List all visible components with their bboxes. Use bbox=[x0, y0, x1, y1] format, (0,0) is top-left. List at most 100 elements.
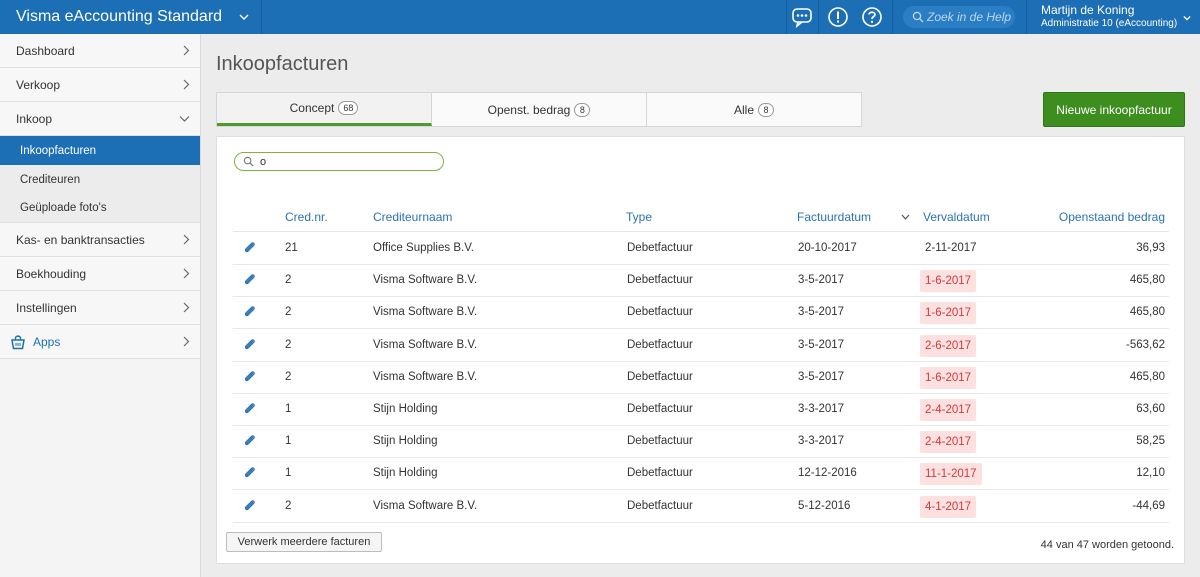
sidebar-item-boekhouding[interactable]: Boekhouding bbox=[0, 257, 200, 291]
column-header-cred-nr[interactable]: Cred.nr. bbox=[285, 210, 328, 224]
sidebar-subitem-uploaded-photos[interactable]: Geüploade foto's bbox=[0, 194, 200, 223]
tab-label: Concept bbox=[289, 101, 335, 115]
attachment-icon[interactable] bbox=[243, 370, 257, 387]
cell-amount: 36,93 bbox=[1136, 242, 1165, 254]
sort-descending-icon[interactable] bbox=[901, 214, 910, 220]
table-row[interactable]: 2 Visma Software B.V. Debetfactuur 3-5-2017… bbox=[233, 362, 1169, 394]
sidebar-item-label: Dashboard bbox=[16, 43, 75, 58]
cell-name: Stijn Holding bbox=[373, 467, 438, 480]
app-switcher[interactable]: Visma eAccounting Standard bbox=[0, 0, 262, 34]
attachment-icon[interactable] bbox=[243, 402, 257, 419]
cell-cred-nr: 2 bbox=[285, 306, 292, 319]
cell-name: Office Supplies B.V. bbox=[373, 242, 475, 254]
cell-name: Visma Software B.V. bbox=[373, 306, 478, 319]
cell-amount: 465,80 bbox=[1129, 370, 1165, 383]
tab-concept[interactable]: Concept 68 bbox=[217, 93, 432, 126]
cell-invoice-date: 3-5-2017 bbox=[798, 370, 845, 383]
help-icon[interactable] bbox=[861, 6, 883, 28]
cell-amount: -44,69 bbox=[1132, 499, 1165, 512]
page-title: Inkoopfacturen bbox=[216, 53, 349, 75]
tab-openstaand-bedrag[interactable]: Openst. bedrag 8 bbox=[432, 93, 647, 126]
table-row[interactable]: 1 Stijn Holding Debetfactuur 12-12-2016 11-1… bbox=[233, 458, 1169, 491]
cell-amount: -563,62 bbox=[1125, 338, 1165, 351]
new-purchase-invoice-button[interactable]: Nieuwe inkoopfactuur bbox=[1043, 92, 1185, 127]
sidebar-subitem-inkoopfacturen[interactable]: Inkoopfacturen bbox=[0, 136, 200, 165]
chevron-down-icon bbox=[179, 116, 190, 122]
column-header-name[interactable]: Crediteurnaam bbox=[373, 210, 452, 224]
help-search-input[interactable]: Zoek in de Help bbox=[903, 6, 1015, 28]
cell-invoice-date: 12-12-2016 bbox=[798, 467, 857, 480]
sidebar-item-label: Boekhouding bbox=[16, 266, 87, 281]
process-multiple-invoices-button[interactable]: Verwerk meerdere facturen bbox=[226, 532, 382, 552]
alert-icon[interactable] bbox=[827, 6, 849, 28]
attachment-icon[interactable] bbox=[243, 338, 257, 355]
table-row[interactable]: 2 Visma Software B.V. Debetfactuur 3-5-2017… bbox=[233, 330, 1169, 362]
attachment-icon[interactable] bbox=[243, 434, 257, 451]
search-icon bbox=[243, 156, 254, 167]
table-row[interactable]: 2 Visma Software B.V. Debetfactuur 3-5-2017… bbox=[233, 265, 1169, 298]
sidebar-subitem-label: Crediteuren bbox=[20, 173, 81, 186]
attachment-icon[interactable] bbox=[243, 241, 257, 258]
count-badge: 8 bbox=[574, 102, 591, 117]
cell-name: Visma Software B.V. bbox=[373, 274, 478, 287]
sidebar-subitem-label: Geüploade foto's bbox=[20, 202, 107, 214]
user-name: Martijn de Koning bbox=[1041, 3, 1135, 17]
cell-invoice-date: 3-5-2017 bbox=[798, 338, 845, 351]
cell-name: Visma Software B.V. bbox=[373, 338, 478, 351]
table-row[interactable]: 2 Visma Software B.V. Debetfactuur 5-12-201… bbox=[233, 491, 1169, 523]
cell-type: Debetfactuur bbox=[627, 370, 693, 383]
sidebar-item-label: Instellingen bbox=[16, 300, 77, 315]
shopping-bag-icon bbox=[11, 334, 25, 349]
cell-cred-nr: 2 bbox=[285, 370, 292, 383]
tab-alle[interactable]: Alle 8 bbox=[647, 93, 861, 126]
sidebar-item-kas-bank[interactable]: Kas- en banktransacties bbox=[0, 223, 200, 257]
cell-cred-nr: 1 bbox=[285, 435, 292, 448]
search-placeholder: Zoek in de Help bbox=[927, 10, 1012, 24]
sidebar-item-apps[interactable]: Apps bbox=[0, 325, 200, 359]
chevron-down-icon bbox=[1183, 15, 1191, 21]
user-menu[interactable]: Martijn de Koning Administratie 10 (eAcc… bbox=[1041, 3, 1191, 30]
sidebar-item-label: Verkoop bbox=[16, 77, 61, 92]
table-row[interactable]: 21 Office Supplies B.V. Debetfactuur 20-10-… bbox=[233, 233, 1169, 265]
chevron-right-icon bbox=[183, 234, 190, 245]
cell-due-date-overdue: 2-4-2017 bbox=[920, 399, 977, 421]
cell-invoice-date: 3-5-2017 bbox=[798, 306, 845, 319]
filter-value: o bbox=[260, 155, 267, 168]
sidebar-subitem-crediteuren[interactable]: Crediteuren bbox=[0, 165, 200, 194]
cell-type: Debetfactuur bbox=[627, 338, 693, 351]
table-row[interactable]: 1 Stijn Holding Debetfactuur 3-3-2017 2-4-20… bbox=[233, 394, 1169, 426]
attachment-icon[interactable] bbox=[243, 466, 257, 483]
cell-amount: 12,10 bbox=[1136, 467, 1165, 480]
attachment-icon[interactable] bbox=[243, 273, 257, 290]
table-header: Cred.nr. Crediteurnaam Type Factuurdatum… bbox=[233, 204, 1169, 232]
cell-amount: 465,80 bbox=[1129, 306, 1165, 319]
table-row[interactable]: 1 Stijn Holding Debetfactuur 3-3-2017 2-4-20… bbox=[233, 426, 1169, 459]
cell-due-date-overdue: 11-1-2017 bbox=[920, 463, 982, 486]
cell-invoice-date: 5-12-2016 bbox=[798, 499, 851, 512]
attachment-icon[interactable] bbox=[243, 305, 257, 322]
sidebar-item-verkoop[interactable]: Verkoop bbox=[0, 68, 200, 102]
sidebar: Dashboard Verkoop Inkoop Inkoopfacturen … bbox=[0, 34, 201, 577]
tab-bar: Concept 68 Openst. bedrag 8 Alle 8 bbox=[216, 92, 862, 127]
tab-label: Openst. bedrag bbox=[487, 102, 571, 117]
attachment-icon[interactable] bbox=[243, 499, 257, 516]
administration-name: Administratie 10 (eAccounting) bbox=[1041, 18, 1178, 29]
column-header-invoice-date[interactable]: Factuurdatum bbox=[797, 210, 871, 224]
sidebar-item-inkoop[interactable]: Inkoop bbox=[0, 102, 200, 136]
cell-name: Visma Software B.V. bbox=[373, 370, 478, 383]
chevron-right-icon bbox=[183, 336, 190, 347]
sidebar-item-dashboard[interactable]: Dashboard bbox=[0, 34, 200, 68]
column-header-due-date[interactable]: Vervaldatum bbox=[923, 210, 990, 224]
cell-cred-nr: 2 bbox=[285, 499, 292, 512]
cell-type: Debetfactuur bbox=[627, 499, 693, 512]
filter-input[interactable]: o bbox=[234, 152, 444, 171]
table-row[interactable]: 2 Visma Software B.V. Debetfactuur 3-5-2017… bbox=[233, 297, 1169, 330]
column-header-amount[interactable]: Openstaand bedrag bbox=[1059, 210, 1165, 224]
cell-amount: 63,60 bbox=[1136, 403, 1165, 415]
chat-icon[interactable] bbox=[791, 6, 813, 28]
chevron-right-icon bbox=[183, 45, 190, 56]
column-header-type[interactable]: Type bbox=[626, 210, 652, 224]
sidebar-item-instellingen[interactable]: Instellingen bbox=[0, 291, 200, 325]
cell-due-date-overdue: 2-4-2017 bbox=[920, 431, 977, 454]
sidebar-item-label: Apps bbox=[33, 334, 61, 349]
